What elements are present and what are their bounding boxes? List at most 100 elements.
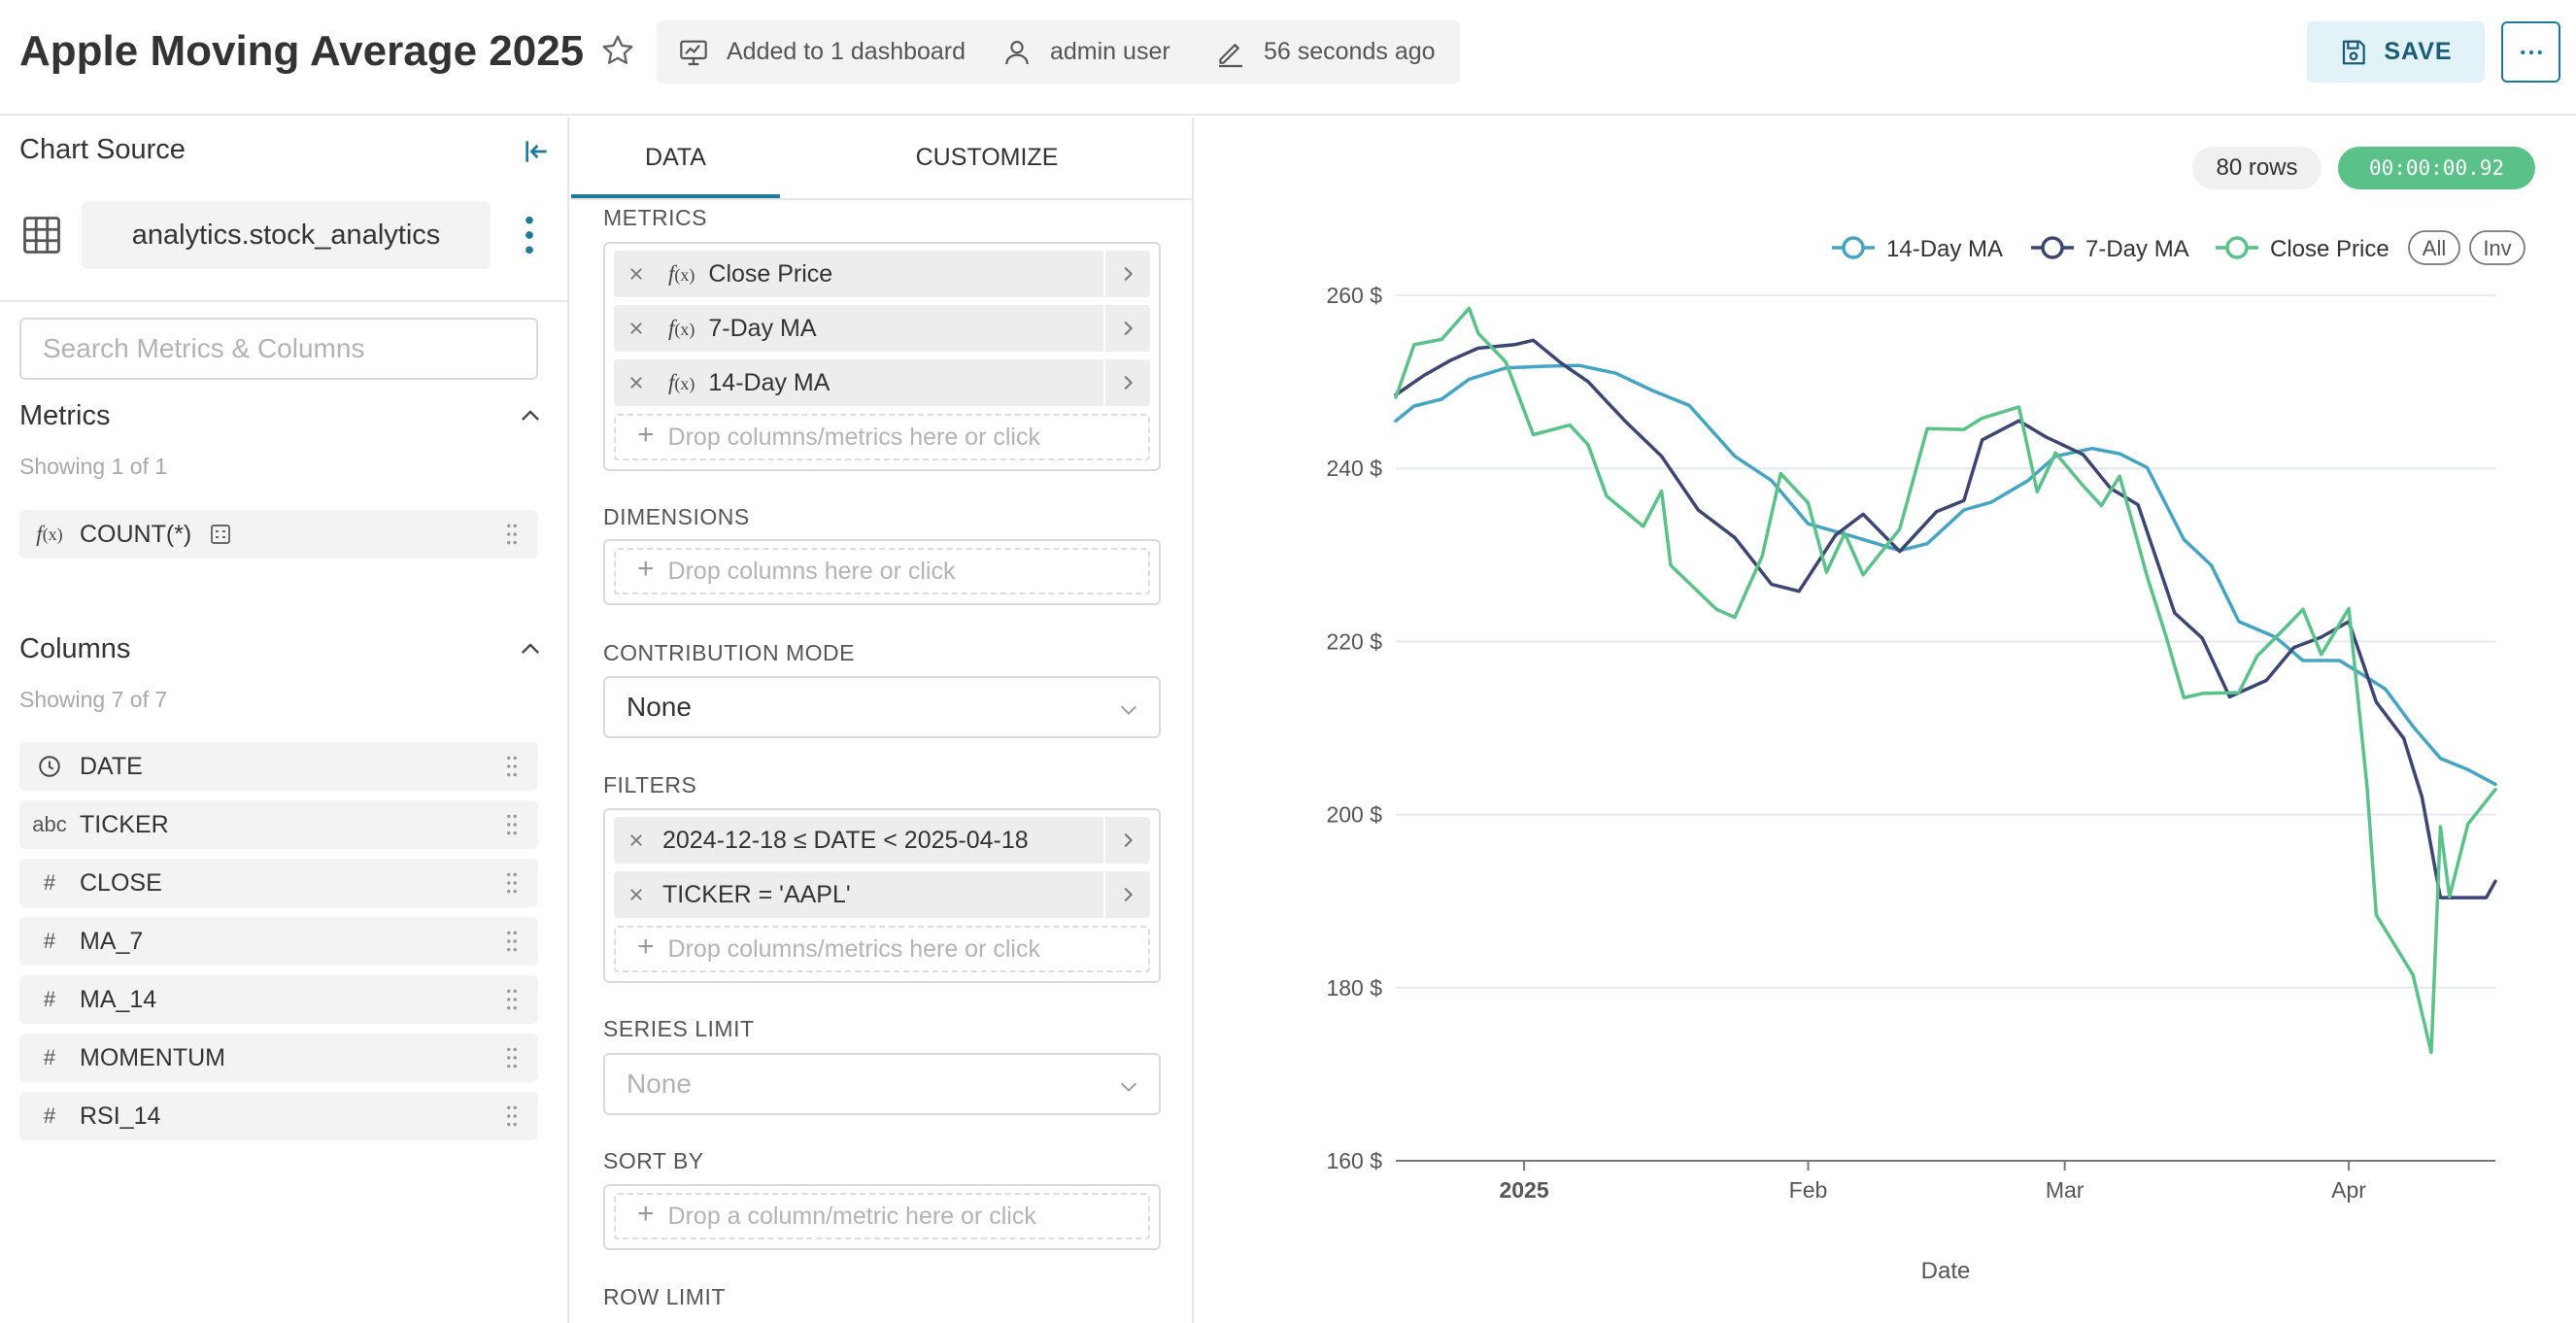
column-item-momentum[interactable]: # MOMENTUM bbox=[19, 1034, 538, 1082]
function-icon: f(x) bbox=[668, 261, 695, 286]
drag-handle-icon[interactable] bbox=[505, 870, 519, 896]
column-item-ma14[interactable]: # MA_14 bbox=[19, 975, 538, 1024]
legend-control-label[interactable]: Inv bbox=[2483, 236, 2511, 260]
chevron-up-icon bbox=[522, 410, 539, 421]
legend-marker-icon bbox=[1842, 236, 1865, 259]
chevron-down-icon bbox=[1121, 705, 1136, 715]
column-label: TICKER bbox=[80, 810, 169, 838]
column-label: MA_14 bbox=[80, 985, 157, 1013]
metadata-bar: Added to 1 dashboard admin user 56 secon… bbox=[657, 20, 1460, 84]
line-chart: 160 $ 180 $ 200 $ 220 $ 240 $ 260 $ 2025 Feb Mar… bbox=[1326, 230, 2525, 1284]
metric-pill-label: Close Price bbox=[708, 259, 833, 288]
metric-item[interactable]: f (x) COUNT(*) bbox=[19, 510, 538, 559]
drop-zone-label: Drop columns here or click bbox=[667, 557, 956, 585]
remove-icon[interactable] bbox=[614, 871, 659, 918]
remove-icon[interactable] bbox=[614, 305, 659, 352]
dashboards-meta[interactable]: Added to 1 dashboard bbox=[678, 20, 966, 84]
y-tick-label: 180 $ bbox=[1326, 975, 1382, 1001]
datasource-menu-icon[interactable] bbox=[515, 213, 544, 257]
metric-pill[interactable]: f(x) 14-Day MA bbox=[614, 359, 1150, 406]
filter-pill-label: 2024-12-18 ≤ DATE < 2025-04-18 bbox=[662, 826, 1029, 854]
chevron-right-icon[interactable] bbox=[1103, 871, 1150, 918]
drag-handle-icon[interactable] bbox=[505, 987, 519, 1012]
function-icon: f(x) bbox=[668, 316, 695, 340]
save-button[interactable]: SAVE bbox=[2307, 21, 2485, 83]
datasource-panel: Chart Source analytics.stock_analytics M… bbox=[0, 118, 569, 1323]
drag-handle-icon[interactable] bbox=[505, 522, 519, 547]
chevron-right-icon[interactable] bbox=[1103, 305, 1150, 352]
metrics-label: METRICS bbox=[603, 205, 707, 230]
y-tick-label: 260 $ bbox=[1326, 283, 1382, 308]
x-tick-label: Feb bbox=[1789, 1177, 1828, 1203]
column-label: DATE bbox=[80, 752, 143, 780]
tabs-border bbox=[571, 198, 1192, 200]
metrics-drop-zone[interactable]: + Drop columns/metrics here or click bbox=[614, 414, 1150, 460]
function-icon: f(x) bbox=[36, 522, 63, 546]
drag-handle-icon[interactable] bbox=[505, 754, 519, 779]
remove-icon[interactable] bbox=[614, 359, 659, 406]
numeric-type-icon: # bbox=[43, 1103, 56, 1128]
filters-control: 2024-12-18 ≤ DATE < 2025-04-18 TICKER = … bbox=[603, 808, 1161, 983]
collapse-panel-icon[interactable] bbox=[521, 136, 552, 167]
column-label: MA_7 bbox=[80, 927, 144, 955]
numeric-type-icon: # bbox=[43, 1045, 56, 1069]
numeric-type-icon: # bbox=[43, 987, 56, 1011]
filter-pill[interactable]: 2024-12-18 ≤ DATE < 2025-04-18 bbox=[614, 817, 1150, 864]
metrics-section-header[interactable]: Metrics bbox=[19, 396, 544, 435]
contribution-mode-select[interactable]: None bbox=[603, 676, 1161, 738]
filters-drop-zone[interactable]: + Drop columns/metrics here or click bbox=[614, 926, 1150, 972]
plus-icon: + bbox=[637, 419, 655, 451]
chart-title[interactable]: Apple Moving Average 2025 bbox=[19, 27, 584, 76]
columns-section-header[interactable]: Columns bbox=[19, 629, 544, 668]
remove-icon[interactable] bbox=[614, 817, 659, 864]
search-metrics-input[interactable] bbox=[19, 318, 538, 380]
metric-pill[interactable]: f(x) Close Price bbox=[614, 251, 1150, 297]
remove-icon[interactable] bbox=[614, 251, 659, 297]
legend-control-label[interactable]: All bbox=[2423, 236, 2446, 260]
metric-info-icon[interactable] bbox=[209, 523, 232, 546]
sort-by-drop-zone[interactable]: + Drop a column/metric here or click bbox=[614, 1193, 1150, 1239]
metric-pill[interactable]: f(x) 7-Day MA bbox=[614, 305, 1150, 352]
dimensions-control: + Drop columns here or click bbox=[603, 539, 1161, 605]
sort-by-control: + Drop a column/metric here or click bbox=[603, 1184, 1161, 1250]
tab-customize[interactable]: CUSTOMIZE bbox=[780, 118, 1192, 198]
filters-label: FILTERS bbox=[603, 772, 697, 797]
columns-count: Showing 7 of 7 bbox=[19, 687, 168, 712]
metrics-count: Showing 1 of 1 bbox=[19, 454, 168, 479]
chevron-right-icon[interactable] bbox=[1103, 251, 1150, 297]
x-axis-title: Date bbox=[1921, 1258, 1971, 1284]
metric-label: COUNT(*) bbox=[80, 520, 192, 548]
column-item-ma7[interactable]: # MA_7 bbox=[19, 917, 538, 966]
query-config-panel: DATA CUSTOMIZE METRICS f(x) Close Price … bbox=[571, 118, 1194, 1323]
drag-handle-icon[interactable] bbox=[505, 1045, 519, 1070]
series-limit-placeholder: None bbox=[627, 1069, 692, 1099]
legend-label: 7-Day MA bbox=[2085, 236, 2189, 262]
contribution-mode-value: None bbox=[627, 692, 692, 722]
dimensions-label: DIMENSIONS bbox=[603, 504, 750, 529]
metric-pill-label: 7-Day MA bbox=[708, 314, 817, 342]
drag-handle-icon[interactable] bbox=[505, 1103, 519, 1129]
series-line-close-price bbox=[1394, 306, 2497, 1055]
tab-data[interactable]: DATA bbox=[571, 118, 780, 198]
datasource-name[interactable]: analytics.stock_analytics bbox=[82, 201, 491, 269]
chevron-down-icon bbox=[1121, 1082, 1136, 1092]
drop-zone-label: Drop a column/metric here or click bbox=[667, 1202, 1036, 1230]
column-item-date[interactable]: DATE bbox=[19, 742, 538, 791]
more-button[interactable] bbox=[2501, 21, 2560, 83]
chevron-right-icon[interactable] bbox=[1103, 817, 1150, 864]
filter-pill[interactable]: TICKER = 'AAPL' bbox=[614, 871, 1150, 918]
drag-handle-icon[interactable] bbox=[505, 812, 519, 837]
star-icon[interactable] bbox=[600, 33, 635, 68]
column-item-close[interactable]: # CLOSE bbox=[19, 859, 538, 907]
chevron-right-icon[interactable] bbox=[1103, 359, 1150, 406]
y-tick-label: 200 $ bbox=[1326, 802, 1382, 828]
drag-handle-icon[interactable] bbox=[505, 929, 519, 954]
dimensions-drop-zone[interactable]: + Drop columns here or click bbox=[614, 548, 1150, 594]
user-icon bbox=[1005, 40, 1029, 64]
column-label: RSI_14 bbox=[80, 1102, 161, 1130]
series-limit-select[interactable]: None bbox=[603, 1053, 1161, 1115]
x-tick-label: 2025 bbox=[1499, 1177, 1548, 1203]
column-item-ticker[interactable]: abc TICKER bbox=[19, 800, 538, 849]
column-item-rsi14[interactable]: # RSI_14 bbox=[19, 1092, 538, 1140]
dashboard-icon bbox=[680, 40, 707, 65]
